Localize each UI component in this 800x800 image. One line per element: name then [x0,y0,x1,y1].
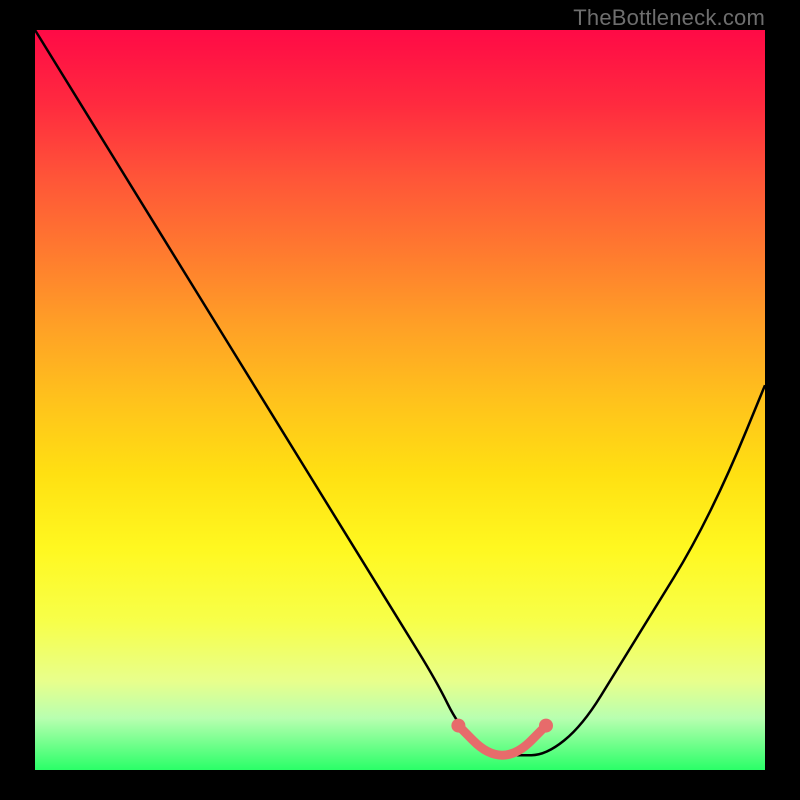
chart-svg [35,30,765,770]
watermark-text: TheBottleneck.com [573,5,765,31]
plot-area [35,30,765,770]
highlight-dot-right [539,719,553,733]
bottleneck-curve [35,30,765,755]
highlight-dot-left [451,719,465,733]
chart-container: TheBottleneck.com [0,0,800,800]
highlight-segment [458,726,546,756]
